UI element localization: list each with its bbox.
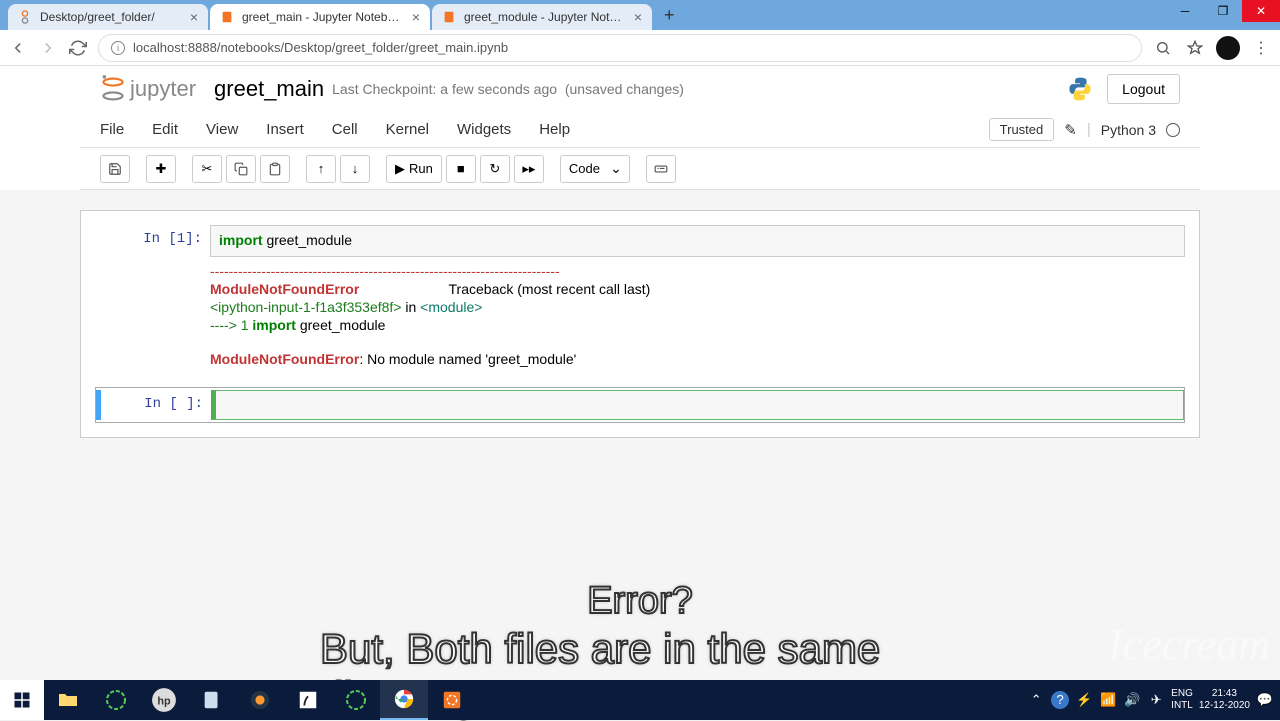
tab-close-icon[interactable]: × — [634, 9, 642, 25]
tray-clock[interactable]: 21:4312-12-2020 — [1199, 688, 1250, 712]
browser-tab-1[interactable]: greet_main - Jupyter Notebook × — [210, 4, 430, 30]
command-palette-button[interactable] — [646, 155, 676, 183]
cell-output: ----------------------------------------… — [210, 257, 1185, 375]
menu-widgets[interactable]: Widgets — [457, 121, 511, 138]
tray-language[interactable]: ENGINTL — [1171, 688, 1193, 712]
url-input[interactable]: i localhost:8888/notebooks/Desktop/greet… — [98, 34, 1142, 62]
profile-avatar[interactable] — [1216, 36, 1240, 60]
taskbar-app-4[interactable] — [284, 680, 332, 720]
menu-edit[interactable]: Edit — [152, 121, 178, 138]
tray-help-icon[interactable]: ? — [1051, 691, 1069, 709]
menu-insert[interactable]: Insert — [266, 121, 304, 138]
jupyter-logo-icon — [100, 74, 126, 104]
paste-button[interactable] — [260, 155, 290, 183]
restart-run-all-button[interactable]: ▸▸ — [514, 155, 544, 183]
reload-button[interactable] — [68, 38, 88, 58]
taskbar-app-5[interactable] — [332, 680, 380, 720]
move-down-button[interactable]: ↓ — [340, 155, 370, 183]
minimize-button[interactable]: ─ — [1166, 0, 1204, 22]
url-text: localhost:8888/notebooks/Desktop/greet_f… — [133, 40, 508, 55]
restart-button[interactable]: ↻ — [480, 155, 510, 183]
new-tab-button[interactable]: + — [654, 5, 685, 26]
input-prompt: In [ ]: — [96, 390, 211, 420]
forward-button[interactable] — [38, 38, 58, 58]
taskbar-app-3[interactable] — [236, 680, 284, 720]
system-tray: ⌃ ? ⚡ 📶 🔊 ✈ ENGINTL 21:4312-12-2020 💬 — [1027, 680, 1280, 720]
code-input[interactable] — [211, 390, 1184, 420]
input-prompt: In [1]: — [95, 225, 210, 375]
python-logo-icon — [1067, 76, 1093, 102]
menu-view[interactable]: View — [206, 121, 238, 138]
interrupt-button[interactable]: ■ — [446, 155, 476, 183]
run-button[interactable]: ▶ Run — [386, 155, 442, 183]
taskbar-chrome[interactable] — [380, 680, 428, 720]
notebook-title[interactable]: greet_main — [214, 76, 324, 102]
taskbar-app-2[interactable] — [188, 680, 236, 720]
address-bar: i localhost:8888/notebooks/Desktop/greet… — [0, 30, 1280, 66]
bookmark-icon[interactable] — [1184, 37, 1206, 59]
taskbar-app-6[interactable] — [428, 680, 476, 720]
jupyter-favicon-icon — [18, 10, 32, 24]
menu-kernel[interactable]: Kernel — [386, 121, 429, 138]
menu-file[interactable]: File — [100, 121, 124, 138]
tray-notifications-icon[interactable]: 💬 — [1256, 692, 1274, 708]
taskbar-hp[interactable]: hp — [140, 680, 188, 720]
menu-cell[interactable]: Cell — [332, 121, 358, 138]
move-up-button[interactable]: ↑ — [306, 155, 336, 183]
browser-tab-strip: Desktop/greet_folder/ × greet_main - Jup… — [0, 0, 1280, 30]
back-button[interactable] — [8, 38, 28, 58]
add-cell-button[interactable]: ✚ — [146, 155, 176, 183]
windows-taskbar: hp ⌃ ? ⚡ 📶 🔊 ✈ ENGINTL 21:4312-12-2020 💬 — [0, 680, 1280, 720]
trusted-badge[interactable]: Trusted — [989, 118, 1055, 141]
code-cell-1[interactable]: In [1]: import greet_module ------------… — [95, 225, 1185, 375]
tray-chevron-icon[interactable]: ⌃ — [1027, 692, 1045, 708]
jupyter-toolbar: ✚ ✂ ↑ ↓ ▶ Run ■ ↻ ▸▸ Code — [80, 148, 1200, 190]
jupyter-logo[interactable]: jupyter — [100, 74, 196, 104]
site-info-icon[interactable]: i — [111, 41, 125, 55]
tab-close-icon[interactable]: × — [190, 9, 198, 25]
copy-button[interactable] — [226, 155, 256, 183]
close-button[interactable]: ✕ — [1242, 0, 1280, 22]
notebook-favicon-icon — [220, 10, 234, 24]
maximize-button[interactable]: ❐ — [1204, 0, 1242, 22]
checkpoint-text: Last Checkpoint: a few seconds ago (unsa… — [332, 81, 684, 97]
jupyter-header: jupyter greet_main Last Checkpoint: a fe… — [80, 66, 1200, 112]
logout-button[interactable]: Logout — [1107, 74, 1180, 104]
browser-tab-0[interactable]: Desktop/greet_folder/ × — [8, 4, 208, 30]
cell-type-select[interactable]: Code — [560, 155, 630, 183]
jupyter-menu-bar: File Edit View Insert Cell Kernel Widget… — [80, 112, 1200, 148]
notebook-favicon-icon — [442, 10, 456, 24]
save-button[interactable] — [100, 155, 130, 183]
window-controls: ─ ❐ ✕ — [1166, 0, 1280, 22]
tab-title: greet_module - Jupyter Notebo — [464, 10, 626, 24]
browser-tab-2[interactable]: greet_module - Jupyter Notebo × — [432, 4, 652, 30]
kernel-name[interactable]: Python 3 — [1101, 122, 1156, 138]
watermark-text: Icecream — [1108, 619, 1270, 670]
taskbar-app-1[interactable] — [92, 680, 140, 720]
kernel-indicator-icon — [1166, 123, 1180, 137]
jupyter-logo-text: jupyter — [130, 76, 196, 102]
menu-icon[interactable]: ⋮ — [1250, 37, 1272, 59]
code-cell-2[interactable]: In [ ]: — [95, 387, 1185, 423]
tab-title: greet_main - Jupyter Notebook — [242, 10, 404, 24]
tray-wifi-icon[interactable]: 📶 — [1099, 692, 1117, 708]
tab-close-icon[interactable]: × — [412, 9, 420, 25]
cut-button[interactable]: ✂ — [192, 155, 222, 183]
start-button[interactable] — [0, 680, 44, 720]
tray-airplane-icon[interactable]: ✈ — [1147, 692, 1165, 708]
taskbar-explorer[interactable] — [44, 680, 92, 720]
tray-volume-icon[interactable]: 🔊 — [1123, 692, 1141, 708]
zoom-icon[interactable] — [1152, 37, 1174, 59]
edit-icon[interactable]: ✎ — [1064, 121, 1077, 139]
cell-container: In [1]: import greet_module ------------… — [80, 210, 1200, 438]
code-input[interactable]: import greet_module — [210, 225, 1185, 257]
menu-help[interactable]: Help — [539, 121, 570, 138]
tray-battery-icon[interactable]: ⚡ — [1075, 692, 1093, 708]
tab-title: Desktop/greet_folder/ — [40, 10, 182, 24]
caption-line-1: Error? — [587, 580, 693, 623]
svg-text:hp: hp — [157, 695, 171, 707]
